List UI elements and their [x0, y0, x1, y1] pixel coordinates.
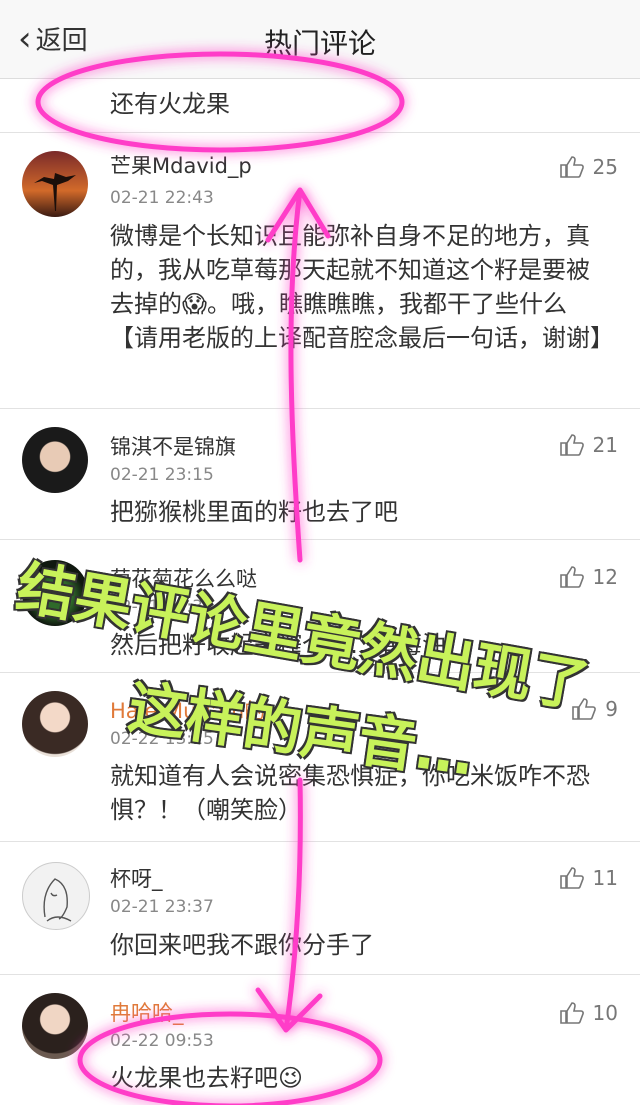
comment-row: 冉哈哈_ 02-22 09:53 10 火龙果也去籽吧😉: [0, 975, 640, 1105]
username[interactable]: 芒果Mdavid_p: [110, 150, 252, 180]
thumbs-up-icon: [559, 1002, 584, 1024]
like-count: 12: [592, 565, 618, 589]
like-button[interactable]: 21: [559, 433, 618, 457]
like-count: 9: [605, 697, 618, 721]
like-button[interactable]: 11: [559, 866, 618, 890]
page-title: 热门评论: [263, 27, 376, 60]
thumbs-up-icon: [559, 434, 584, 456]
username[interactable]: 锦淇不是锦旗: [110, 431, 236, 461]
sketch-portrait-icon: [43, 878, 72, 922]
avatar[interactable]: [22, 993, 88, 1059]
tree-silhouette-icon: [34, 173, 76, 211]
comment-text: 把猕猴桃里面的籽也去了吧: [110, 498, 398, 526]
timestamp: 02-21 22:43: [110, 188, 214, 208]
thumbs-up-icon: [559, 156, 584, 178]
timestamp: 02-21 23:37: [110, 897, 214, 917]
comment-text: 还有火龙果: [110, 90, 230, 118]
comment-text: 火龙果也去籽吧😉: [110, 1064, 304, 1092]
timestamp: 02-21 23:15: [110, 465, 214, 485]
avatar[interactable]: [22, 691, 88, 757]
like-button[interactable]: 25: [559, 155, 618, 179]
avatar[interactable]: [22, 151, 88, 217]
timestamp: 02-22 09:53: [110, 1031, 214, 1051]
thumbs-up-icon: [559, 566, 584, 588]
username[interactable]: 冉哈哈_: [110, 997, 184, 1027]
like-button[interactable]: 12: [559, 565, 618, 589]
like-count: 25: [592, 155, 618, 179]
comment-row: 杯呀_ 02-21 23:37 11 你回来吧我不跟你分手了: [0, 842, 640, 975]
username[interactable]: 杯呀_: [110, 863, 163, 893]
like-count: 10: [592, 1001, 618, 1025]
avatar[interactable]: [22, 862, 90, 930]
comment-text: 微博是个长知识且能弥补自身不足的地方，真的，我从吃草莓那天起就不知道这个籽是要被…: [110, 222, 614, 352]
like-count: 21: [592, 433, 618, 457]
avatar[interactable]: [22, 427, 88, 493]
comment-row: 芒果Mdavid_p 02-21 22:43 25 微博是个长知识且能弥补自身不…: [0, 133, 640, 409]
nav-bar: ‹ 返回 热门评论: [0, 0, 640, 79]
list-item: 还有火龙果: [0, 79, 640, 133]
like-count: 11: [592, 866, 618, 890]
like-button[interactable]: 10: [559, 1001, 618, 1025]
comment-text: 你回来吧我不跟你分手了: [110, 931, 374, 959]
thumbs-up-icon: [559, 867, 584, 889]
comment-row: 锦淇不是锦旗 02-21 23:15 21 把猕猴桃里面的籽也去了吧: [0, 409, 640, 540]
